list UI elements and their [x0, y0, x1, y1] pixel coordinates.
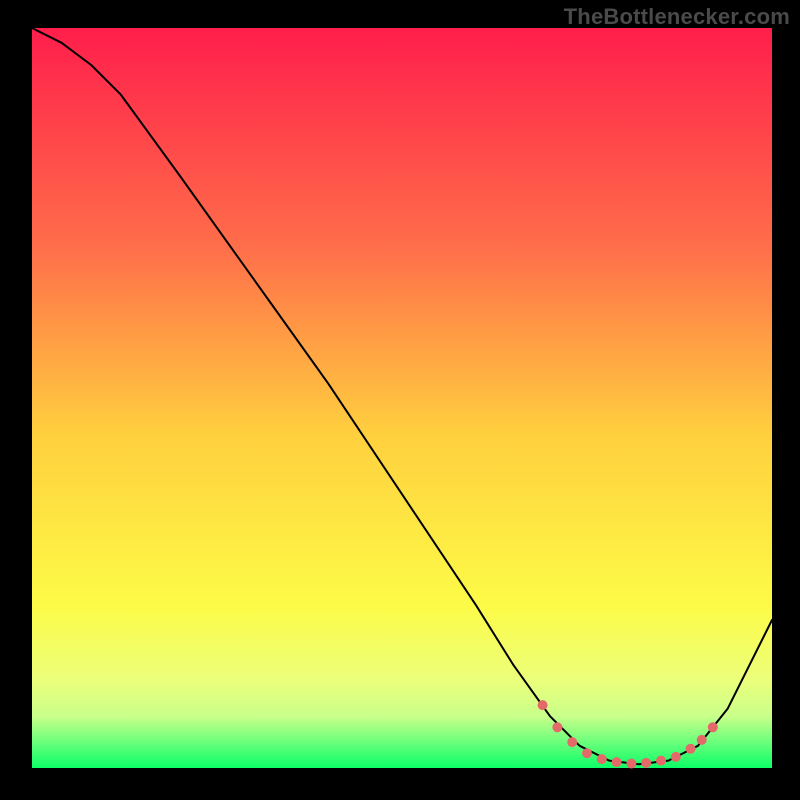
marker-point: [708, 722, 718, 732]
marker-point: [582, 748, 592, 758]
marker-point: [626, 759, 636, 769]
chart-container: TheBottlenecker.com: [0, 0, 800, 800]
plot-background: [32, 28, 772, 768]
marker-point: [597, 754, 607, 764]
marker-point: [538, 700, 548, 710]
marker-point: [641, 758, 651, 768]
watermark-text: TheBottlenecker.com: [564, 4, 790, 30]
marker-point: [567, 737, 577, 747]
marker-point: [612, 757, 622, 767]
marker-point: [697, 735, 707, 745]
marker-point: [552, 722, 562, 732]
bottleneck-chart: [0, 0, 800, 800]
marker-point: [671, 752, 681, 762]
marker-point: [656, 756, 666, 766]
marker-point: [686, 744, 696, 754]
